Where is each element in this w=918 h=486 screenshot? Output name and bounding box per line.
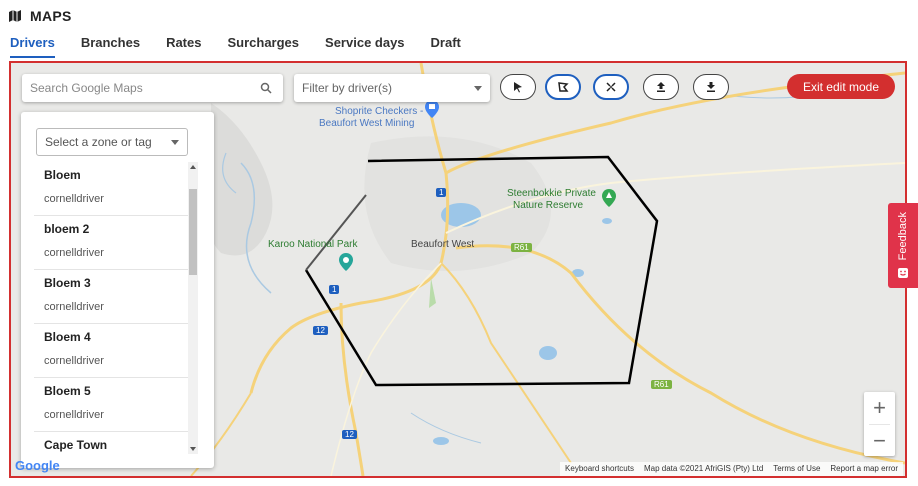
feedback-tab[interactable]: Feedback <box>888 203 918 288</box>
zone-driver: cornelldriver <box>44 355 104 367</box>
map-icon <box>9 10 21 22</box>
zoom-out-button[interactable]: − <box>864 425 895 457</box>
zone-driver: cornelldriver <box>44 247 104 259</box>
zoom-in-button[interactable]: + <box>864 392 895 424</box>
exit-edit-mode-button[interactable]: Exit edit mode <box>787 74 895 99</box>
shoprite-label-line2: Beaufort West Mining <box>319 118 415 129</box>
zone-list: Bloem cornelldriver bloem 2 cornelldrive… <box>34 162 188 454</box>
zone-name: Bloem <box>44 168 81 182</box>
driver-filter-placeholder: Filter by driver(s) <box>302 81 393 95</box>
park-pin-icon[interactable] <box>602 189 616 207</box>
polygon-draw-icon <box>558 82 569 92</box>
driver-filter-select[interactable]: Filter by driver(s) <box>294 74 490 102</box>
upload-button[interactable] <box>643 74 679 100</box>
zone-name: bloem 2 <box>44 222 90 236</box>
zone-list-item[interactable]: Cape Town <box>34 432 188 454</box>
tab-branches[interactable]: Branches <box>81 33 140 58</box>
upload-icon <box>657 82 665 92</box>
scroll-down-arrow-icon[interactable] <box>190 447 196 451</box>
zone-list-item[interactable]: Bloem 5 cornelldriver <box>34 378 188 432</box>
download-icon <box>707 82 715 92</box>
zone-list-item[interactable]: Bloem 3 cornelldriver <box>34 270 188 324</box>
n1-shield: 1 <box>436 188 447 197</box>
scroll-up-arrow-icon[interactable] <box>190 165 196 169</box>
steenbokkie-label: Steenbokkie Private <box>507 188 596 199</box>
terms-of-use-link[interactable]: Terms of Use <box>768 462 826 476</box>
pointer-tool-button[interactable] <box>500 74 536 100</box>
chevron-down-icon <box>171 139 179 145</box>
scrollbar-thumb[interactable] <box>189 189 197 275</box>
n1-shield-2: 1 <box>329 285 340 294</box>
zone-driver: cornelldriver <box>44 409 104 421</box>
pointer-icon <box>514 82 522 93</box>
keyboard-shortcuts-link[interactable]: Keyboard shortcuts <box>560 462 639 476</box>
n12-shield: 12 <box>313 326 328 335</box>
tab-rates[interactable]: Rates <box>166 33 201 58</box>
n12-shield-2: 12 <box>342 430 357 439</box>
map-attribution: Keyboard shortcuts Map data ©2021 AfriGI… <box>560 462 903 476</box>
zone-driver: cornelldriver <box>44 193 104 205</box>
page-title: MAPS <box>30 8 72 24</box>
feedback-label: Feedback <box>897 212 909 261</box>
r61-shield-2: R61 <box>651 380 672 389</box>
download-button[interactable] <box>693 74 729 100</box>
map-search <box>22 74 283 102</box>
tab-draft[interactable]: Draft <box>431 33 461 58</box>
zone-panel: Select a zone or tag Bloem cornelldriver… <box>21 112 214 468</box>
zone-select-placeholder: Select a zone or tag <box>45 135 152 149</box>
zone-name: Bloem 3 <box>44 276 91 290</box>
camera-pin-icon[interactable] <box>339 253 353 271</box>
zone-select[interactable]: Select a zone or tag <box>36 128 188 156</box>
zone-list-item[interactable]: Bloem 4 cornelldriver <box>34 324 188 378</box>
tab-service-days[interactable]: Service days <box>325 33 405 58</box>
beaufort-west-label: Beaufort West <box>411 239 475 250</box>
zone-list-item[interactable]: Bloem cornelldriver <box>34 162 188 216</box>
title-row: MAPS <box>8 8 72 24</box>
shoprite-label: Shoprite Checkers - <box>335 106 424 117</box>
map-canvas[interactable]: Shoprite Checkers - Beaufort West Mining… <box>9 61 907 478</box>
google-logo: Google <box>15 458 60 473</box>
zone-name: Bloem 4 <box>44 330 91 344</box>
search-icon[interactable] <box>260 82 272 94</box>
tab-surcharges[interactable]: Surcharges <box>227 33 299 58</box>
zone-name: Cape Town <box>44 438 108 452</box>
zone-name: Bloem 5 <box>44 384 91 398</box>
zone-list-scrollbar[interactable] <box>188 162 198 454</box>
steenbokkie-label-line2: Nature Reserve <box>513 200 584 211</box>
feedback-icon <box>898 267 908 278</box>
report-map-error-link[interactable]: Report a map error <box>825 462 903 476</box>
polygon-draw-button[interactable] <box>545 74 581 100</box>
zone-list-item[interactable]: bloem 2 cornelldriver <box>34 216 188 270</box>
tab-drivers[interactable]: Drivers <box>10 33 55 58</box>
search-input[interactable] <box>30 81 260 95</box>
edit-points-icon <box>606 82 616 92</box>
zone-driver: cornelldriver <box>44 301 104 313</box>
r61-shield: R61 <box>511 243 532 252</box>
chevron-down-icon <box>474 85 482 91</box>
map-data-credit: Map data ©2021 AfriGIS (Pty) Ltd <box>638 462 769 476</box>
page-header: MAPS Drivers Branches Rates Surcharges S… <box>0 0 918 60</box>
shop-pin-icon[interactable] <box>425 100 439 118</box>
tab-bar: Drivers Branches Rates Surcharges Servic… <box>10 33 487 58</box>
edit-points-button[interactable] <box>593 74 629 100</box>
karoo-park-label: Karoo National Park <box>268 239 358 250</box>
zoom-control: + − <box>864 392 895 456</box>
